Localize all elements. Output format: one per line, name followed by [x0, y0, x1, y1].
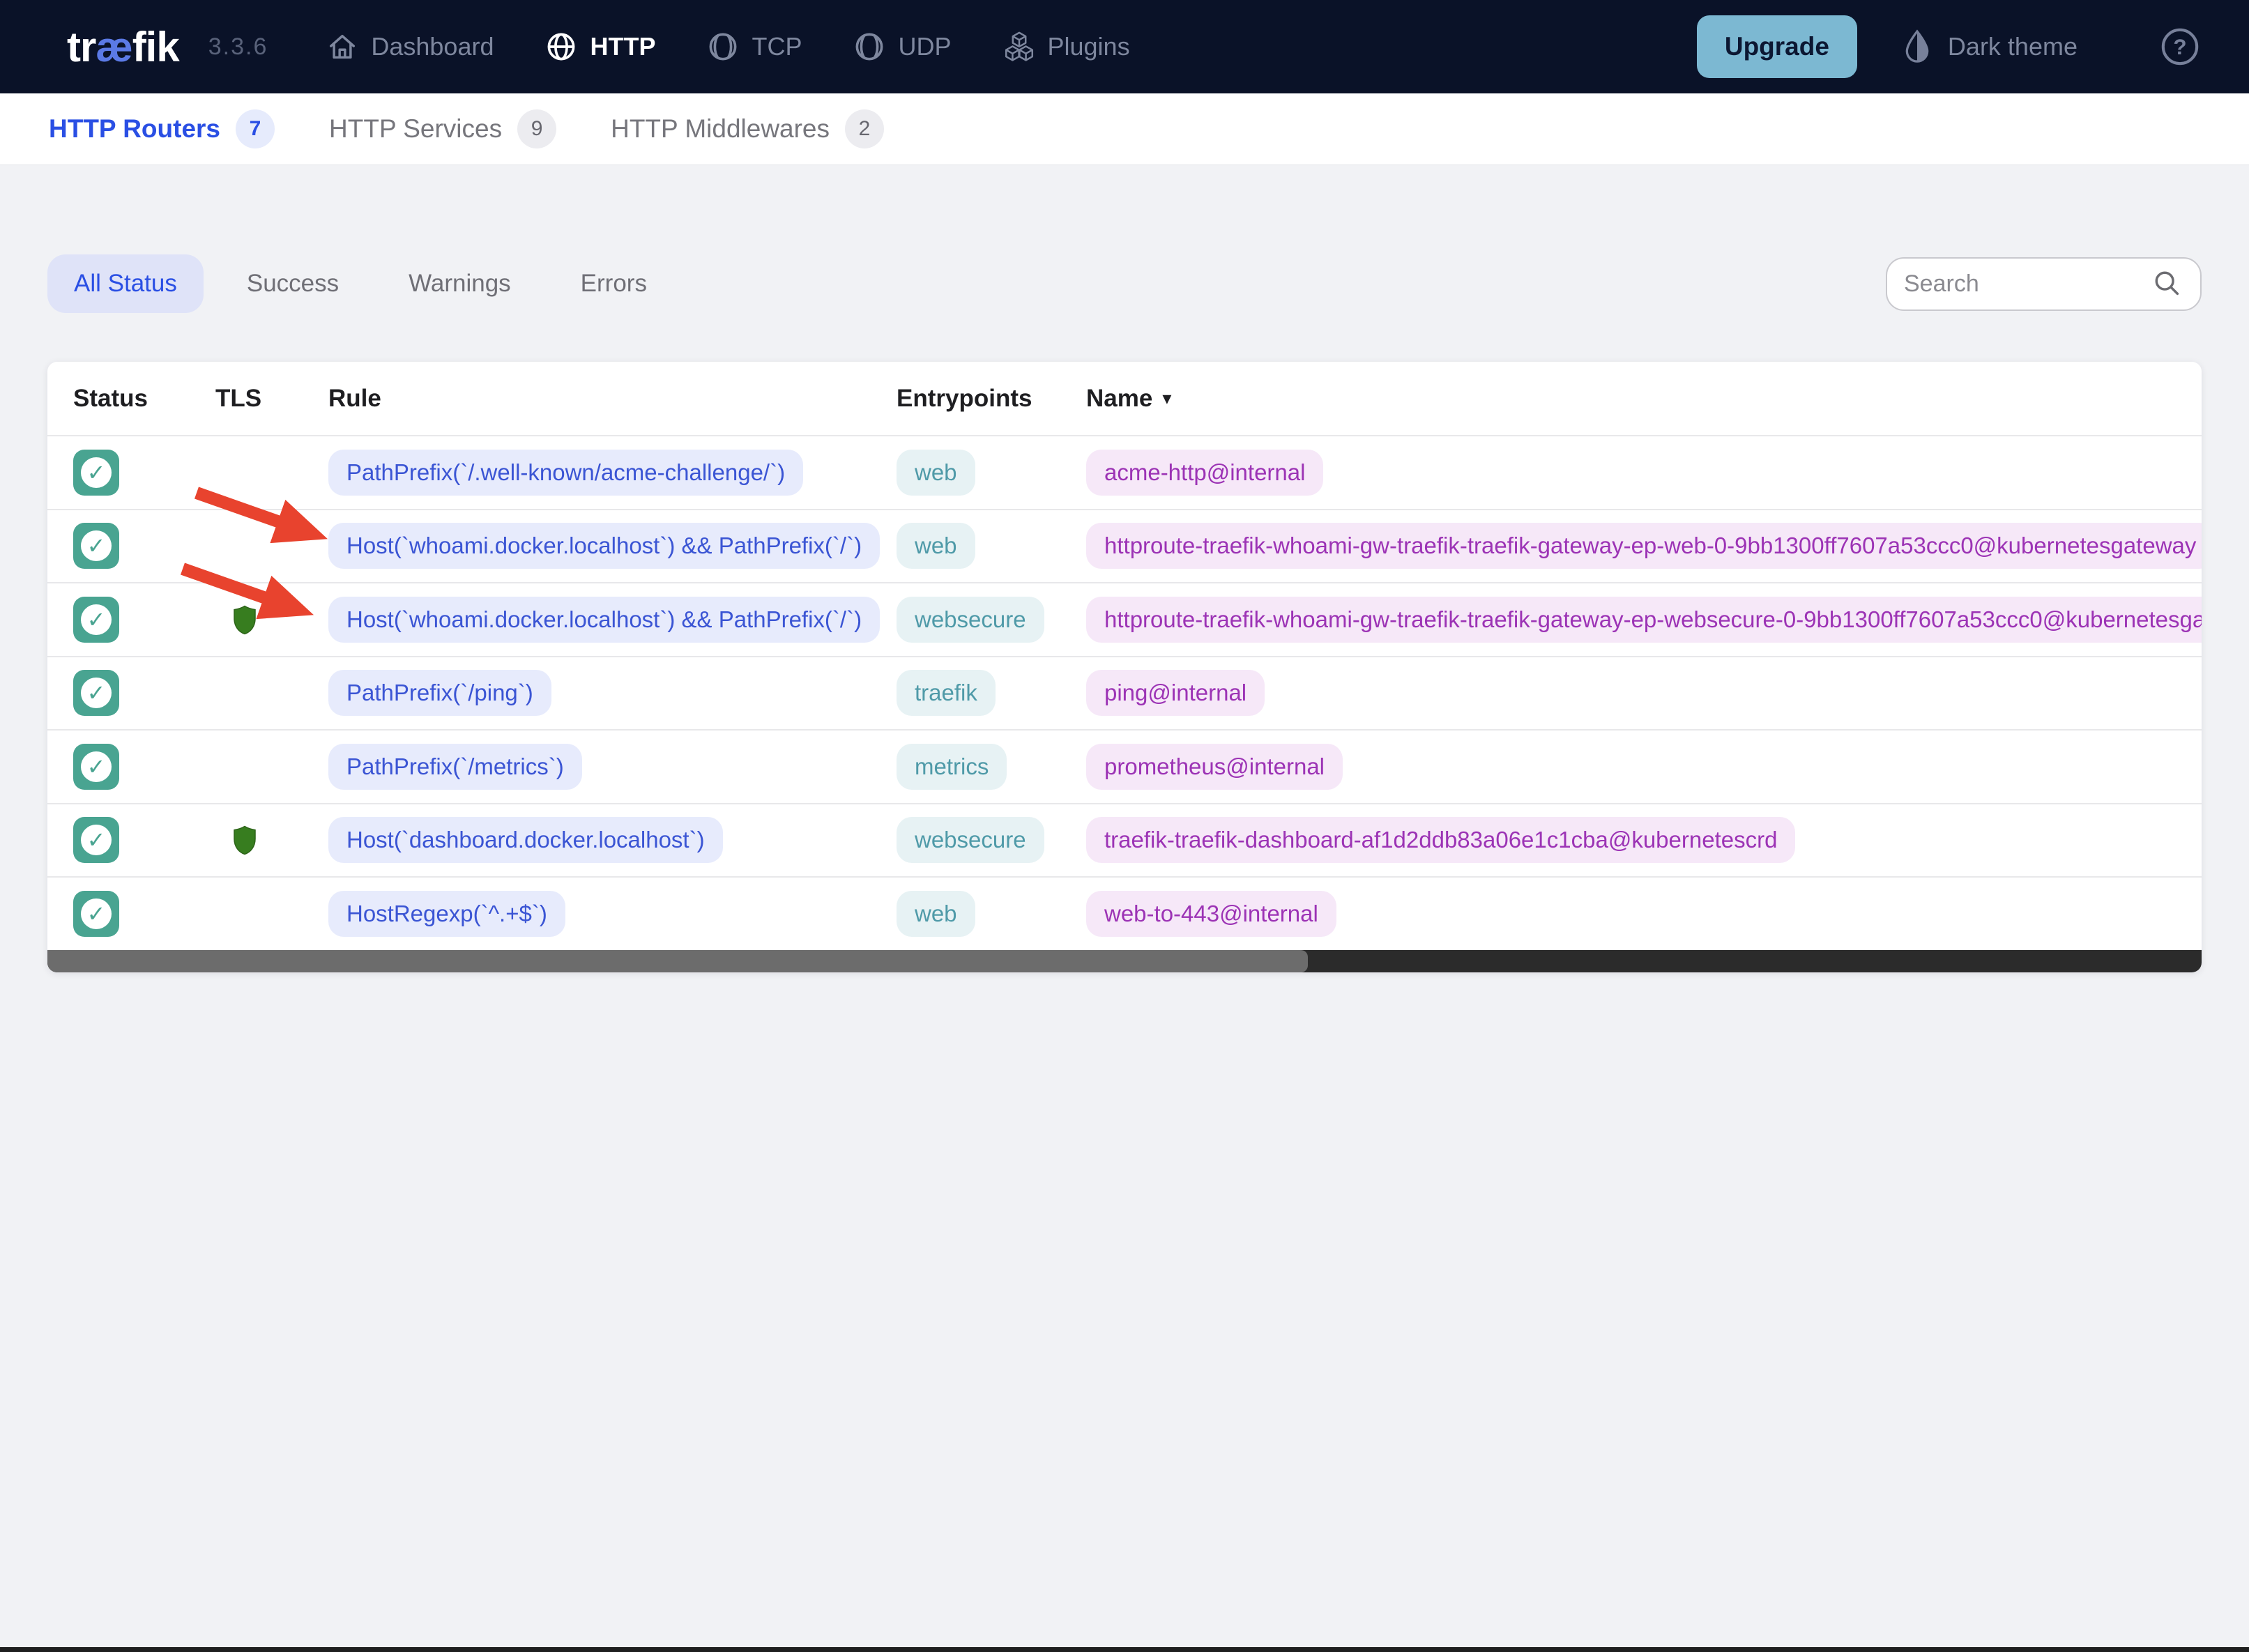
- rule-pill: Host(`whoami.docker.localhost`) && PathP…: [328, 523, 880, 569]
- nav-item-label: Dashboard: [371, 32, 494, 61]
- nav-item-label: Plugins: [1047, 32, 1130, 61]
- subnav-item-http-routers[interactable]: HTTP Routers 7: [49, 109, 275, 148]
- search-box[interactable]: [1886, 257, 2202, 311]
- primary-nav: Dashboard HTTP TCP UDP Plugins: [326, 31, 1130, 63]
- nav-item-label: UDP: [898, 32, 952, 61]
- subnav-item-label: HTTP Middlewares: [611, 114, 830, 143]
- tls-shield-icon: [234, 825, 256, 855]
- rule-pill: PathPrefix(`/metrics`): [328, 743, 582, 790]
- name-pill: web-to-443@internal: [1086, 890, 1336, 937]
- resource-subnav: HTTP Routers 7 HTTP Services 9 HTTP Midd…: [0, 93, 2249, 165]
- theme-toggle[interactable]: Dark theme: [1902, 29, 2078, 65]
- column-header-name[interactable]: Name ▾: [1086, 385, 2202, 413]
- table-row[interactable]: ✓ HostRegexp(`^.+$`) web web-to-443@inte…: [47, 876, 2202, 950]
- entrypoint-pill: websecure: [897, 817, 1044, 864]
- table-header: Status TLS Rule Entrypoints Name ▾: [47, 362, 2202, 435]
- top-navbar: træfik 3.3.6 Dashboard HTTP TCP UDP Plug…: [0, 0, 2249, 93]
- nav-item-label: TCP: [752, 32, 802, 61]
- column-header-tls[interactable]: TLS: [215, 385, 328, 413]
- sort-desc-icon: ▾: [1162, 388, 1172, 408]
- rule-pill: Host(`dashboard.docker.localhost`): [328, 817, 723, 864]
- traefik-logo: træfik: [67, 23, 180, 70]
- globe-icon: [545, 31, 577, 63]
- nav-item-label: HTTP: [590, 32, 656, 61]
- entrypoint-pill: metrics: [897, 743, 1007, 790]
- rule-pill: PathPrefix(`/ping`): [328, 670, 551, 717]
- name-pill: traefik-traefik-dashboard-af1d2ddb83a06e…: [1086, 817, 1796, 864]
- status-success-icon: ✓: [73, 523, 119, 569]
- table-row[interactable]: ✓ PathPrefix(`/.well-known/acme-challeng…: [47, 435, 2202, 509]
- column-header-entrypoints[interactable]: Entrypoints: [897, 385, 1086, 413]
- entrypoint-pill: web: [897, 449, 975, 496]
- horizontal-scrollbar-track[interactable]: [47, 950, 2202, 972]
- name-pill: httproute-traefik-whoami-gw-traefik-trae…: [1086, 596, 2202, 643]
- theme-toggle-label: Dark theme: [1947, 32, 2078, 61]
- column-header-rule[interactable]: Rule: [328, 385, 897, 413]
- subnav-item-http-middlewares[interactable]: HTTP Middlewares 2: [611, 109, 885, 148]
- table-row[interactable]: ✓ PathPrefix(`/ping`) traefik ping@inter…: [47, 655, 2202, 730]
- column-header-status[interactable]: Status: [73, 385, 215, 413]
- home-icon: [326, 31, 358, 63]
- entrypoint-pill: web: [897, 523, 975, 569]
- help-icon[interactable]: ?: [2160, 26, 2200, 67]
- status-success-icon: ✓: [73, 596, 119, 643]
- entrypoint-pill: web: [897, 890, 975, 937]
- version-label: 3.3.6: [208, 33, 268, 60]
- nav-item-http[interactable]: HTTP: [545, 31, 655, 63]
- filter-tab-all-status[interactable]: All Status: [47, 254, 204, 313]
- nav-item-tcp[interactable]: TCP: [707, 31, 802, 63]
- status-filter-tabs: All Status Success Warnings Errors: [47, 254, 673, 313]
- routers-table-card: Status TLS Rule Entrypoints Name ▾ ✓ PathPref…: [47, 362, 2202, 972]
- entrypoint-pill: traefik: [897, 670, 996, 717]
- name-pill: ping@internal: [1086, 670, 1265, 717]
- table-row[interactable]: ✓ Host(`dashboard.docker.localhost`) web…: [47, 802, 2202, 877]
- filter-tab-success[interactable]: Success: [220, 254, 365, 313]
- table-body: ✓ PathPrefix(`/.well-known/acme-challeng…: [47, 435, 2202, 950]
- name-pill: httproute-traefik-whoami-gw-traefik-trae…: [1086, 523, 2202, 569]
- rule-pill: HostRegexp(`^.+$`): [328, 890, 565, 937]
- filter-row: All Status Success Warnings Errors: [47, 254, 2202, 313]
- tcp-icon: [707, 31, 739, 63]
- navbar-right: Upgrade Dark theme ?: [1696, 15, 2200, 78]
- status-success-icon: ✓: [73, 817, 119, 864]
- tls-shield-icon: [234, 605, 256, 634]
- bottom-edge-strip: [0, 1647, 2249, 1652]
- count-badge: 2: [845, 109, 885, 148]
- horizontal-scrollbar-thumb[interactable]: [47, 950, 1308, 972]
- upgrade-button[interactable]: Upgrade: [1696, 15, 1857, 78]
- contrast-drop-icon: [1905, 29, 1929, 63]
- entrypoint-pill: websecure: [897, 596, 1044, 643]
- search-input[interactable]: [1904, 270, 2151, 298]
- count-badge: 9: [517, 109, 557, 148]
- table-row[interactable]: ✓ PathPrefix(`/metrics`) metrics prometh…: [47, 729, 2202, 803]
- subnav-item-label: HTTP Services: [329, 114, 503, 143]
- name-pill: prometheus@internal: [1086, 743, 1343, 790]
- svg-text:?: ?: [2173, 35, 2186, 59]
- nav-item-plugins[interactable]: Plugins: [1003, 31, 1130, 63]
- rule-pill: Host(`whoami.docker.localhost`) && PathP…: [328, 596, 880, 643]
- table-row[interactable]: ✓ Host(`whoami.docker.localhost`) && Pat…: [47, 508, 2202, 583]
- rule-pill: PathPrefix(`/.well-known/acme-challenge/…: [328, 449, 804, 496]
- count-badge: 7: [236, 109, 275, 148]
- status-success-icon: ✓: [73, 449, 119, 496]
- subnav-item-label: HTTP Routers: [49, 114, 221, 143]
- search-icon: [2155, 271, 2179, 296]
- plugins-icon: [1003, 31, 1035, 63]
- name-pill: acme-http@internal: [1086, 449, 1324, 496]
- status-success-icon: ✓: [73, 890, 119, 937]
- subnav-item-http-services[interactable]: HTTP Services 9: [329, 109, 557, 148]
- table-row[interactable]: ✓ Host(`whoami.docker.localhost`) && Pat…: [47, 582, 2202, 656]
- nav-item-dashboard[interactable]: Dashboard: [326, 31, 494, 63]
- filter-tab-errors[interactable]: Errors: [554, 254, 673, 313]
- status-success-icon: ✓: [73, 743, 119, 790]
- filter-tab-warnings[interactable]: Warnings: [382, 254, 538, 313]
- status-success-icon: ✓: [73, 670, 119, 717]
- nav-item-udp[interactable]: UDP: [853, 31, 952, 63]
- udp-icon: [853, 31, 885, 63]
